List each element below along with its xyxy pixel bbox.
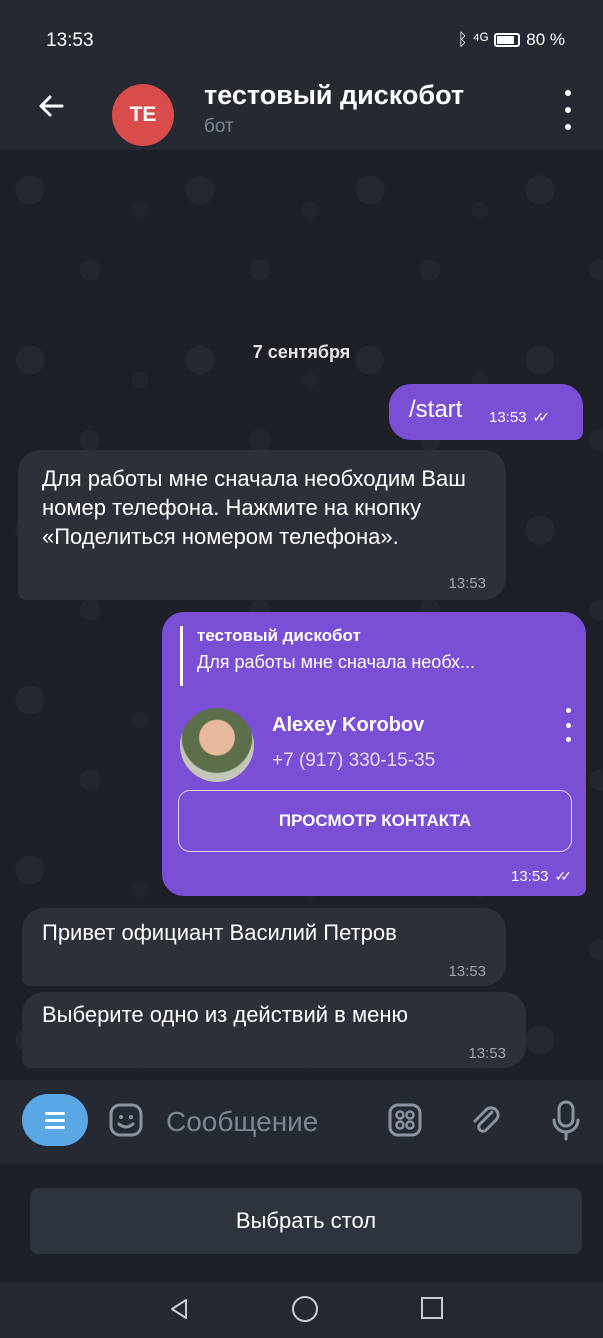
message-greeting[interactable]: Привет официант Василий Петров 13:53 <box>22 908 506 986</box>
message-phone-request[interactable]: Для работы мне сначала необходим Ваш ном… <box>18 450 506 600</box>
emoji-icon[interactable] <box>106 1100 146 1140</box>
nav-recents-icon[interactable] <box>421 1297 443 1319</box>
contact-name: Alexey Korobov <box>272 714 425 736</box>
android-nav-bar <box>0 1282 603 1338</box>
battery-icon <box>494 33 521 47</box>
message-text: /start <box>409 396 463 423</box>
message-text: Привет официант Василий Петров <box>42 920 397 945</box>
telegram-chat-screen: 13:53 ᛒ ⁴ᴳ 80 % TE тестовый дискобот бот… <box>0 0 603 1338</box>
message-list[interactable]: 7 сентября /start 13:53 ✓✓ Для работы мне… <box>0 150 603 1080</box>
contact-avatar[interactable] <box>180 708 254 782</box>
message-time: 13:53 <box>448 575 486 592</box>
more-options-icon[interactable] <box>563 90 573 130</box>
message-contact[interactable]: тестовый дискобот Для работы мне сначала… <box>162 612 586 896</box>
attach-icon[interactable] <box>466 1100 506 1140</box>
message-time: 13:53 <box>448 963 486 980</box>
nav-home-icon[interactable] <box>292 1296 318 1322</box>
message-input-bar <box>0 1080 603 1164</box>
bot-avatar[interactable]: TE <box>112 84 174 146</box>
message-time: 13:53 ✓✓ <box>510 868 573 885</box>
choose-table-button[interactable]: Выбрать стол <box>30 1188 582 1254</box>
contact-more-icon[interactable] <box>564 708 572 742</box>
message-text: Выберите одно из действий в меню <box>42 1002 408 1027</box>
message-choose-action[interactable]: Выберите одно из действий в меню 13:53 <box>22 992 526 1068</box>
nav-back-icon[interactable] <box>166 1296 192 1322</box>
network-icons: ᛒ ⁴ᴳ <box>457 30 489 49</box>
bot-menu-icon[interactable] <box>22 1094 88 1146</box>
sticker-icon[interactable] <box>385 1100 425 1140</box>
message-time: 13:53 <box>468 1045 506 1062</box>
reply-author: тестовый дискобот <box>197 626 361 645</box>
message-time: 13:53 ✓✓ <box>489 409 551 426</box>
bot-keyboard: Выбрать стол <box>0 1164 603 1282</box>
message-input[interactable] <box>166 1102 366 1142</box>
reply-quote[interactable]: тестовый дискобот Для работы мне сначала… <box>180 626 574 686</box>
battery-level: 80 % <box>526 30 565 49</box>
microphone-icon[interactable] <box>546 1098 586 1142</box>
contact-phone: +7 (917) 330-15-35 <box>272 750 436 771</box>
read-checkmarks-icon: ✓✓ <box>532 409 551 425</box>
date-separator: 7 сентября <box>252 342 351 362</box>
chat-header: TE тестовый дискобот бот <box>0 76 603 150</box>
message-text: Для работы мне сначала необходим Ваш ном… <box>42 466 466 549</box>
read-checkmarks-icon: ✓✓ <box>554 868 573 884</box>
chat-title[interactable]: тестовый дискобот <box>204 80 464 111</box>
status-icons: ᛒ ⁴ᴳ 80 % <box>458 30 565 50</box>
status-time: 13:53 <box>46 30 94 51</box>
chat-subtitle: бот <box>204 116 234 137</box>
view-contact-button[interactable]: ПРОСМОТР КОНТАКТА <box>178 790 572 852</box>
back-arrow-icon[interactable] <box>32 86 80 134</box>
status-bar: 13:53 ᛒ ⁴ᴳ 80 % <box>0 0 603 76</box>
message-start[interactable]: /start 13:53 ✓✓ <box>389 384 583 440</box>
reply-text: Для работы мне сначала необх... <box>197 652 476 672</box>
